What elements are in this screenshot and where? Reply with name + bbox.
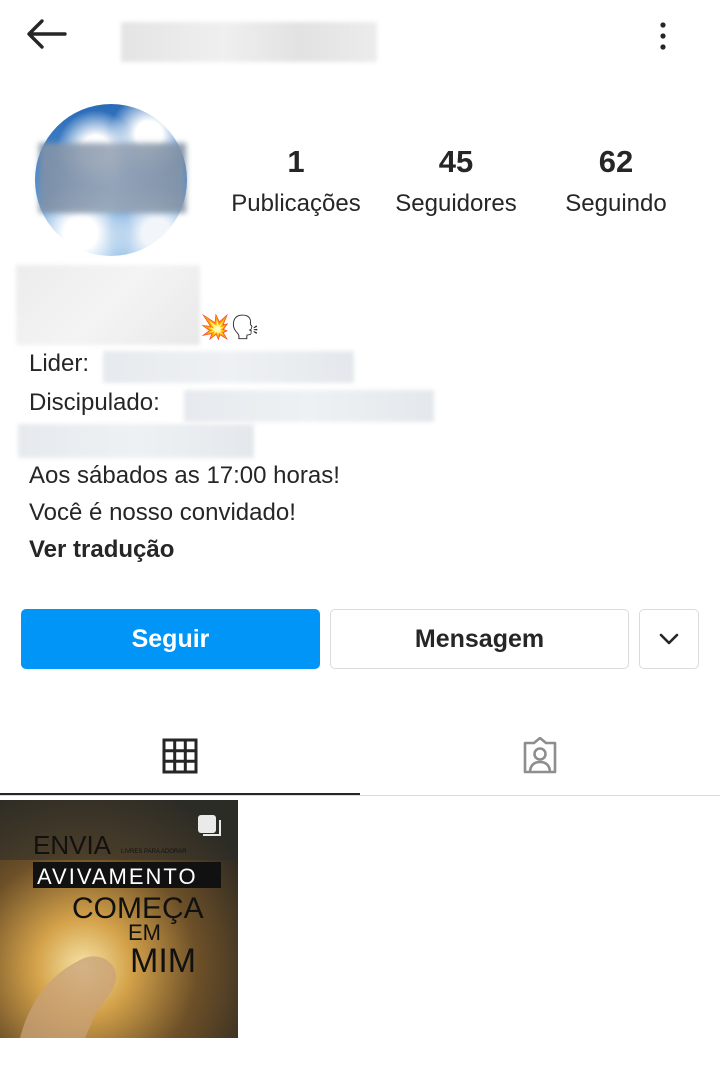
bio-line-schedule: Aos sábados as 17:00 horas! [29,462,340,489]
following-count: 62 [598,144,634,179]
posts-label: Publicações [231,190,361,217]
post-thumbnail[interactable]: ENVIA LIVRES PARA ADORAR AVIVAMENTO COME… [0,800,238,1038]
arrow-left-icon [27,19,67,49]
tab-tagged[interactable] [360,718,720,794]
bio-line-invite: Você é nosso convidado! [29,499,296,526]
following-label: Seguindo [565,190,667,217]
suggestions-dropdown-button[interactable] [639,609,699,669]
followers-count: 45 [438,144,474,179]
bio-leader-label: Lider: [29,350,90,377]
bio-line-redacted [18,424,254,458]
followers-label: Seguidores [395,190,517,217]
follow-button[interactable]: Seguir [21,609,320,669]
more-vertical-icon [660,22,666,50]
grid-icon [162,738,198,774]
discipled-redacted [184,390,434,422]
profile-name-redacted [16,265,200,345]
chevron-down-icon [659,633,679,645]
see-translation-link[interactable]: Ver tradução [29,532,174,568]
post-text-envia: ENVIA [33,830,112,860]
post-text-avivamento: AVIVAMENTO [37,864,198,889]
tab-posts-grid[interactable] [0,718,360,794]
back-button[interactable] [22,14,70,54]
stat-followers[interactable]: 45 Seguidores [381,140,531,224]
message-button[interactable]: Mensagem [330,609,629,669]
avatar-redaction [39,143,186,213]
tabs-divider [0,795,720,796]
username-redacted [121,22,377,62]
name-emoji: 💥🗣 [200,314,261,341]
more-options-button[interactable] [640,14,686,58]
leader-redacted [103,351,354,383]
post-text-small: LIVRES PARA ADORAR [121,849,187,855]
posts-count: 1 [287,144,305,179]
post-image: ENVIA LIVRES PARA ADORAR AVIVAMENTO COME… [0,800,238,1038]
tagged-person-icon [523,737,557,774]
bio-discipled-label: Discipulado: [29,389,160,416]
post-text-mim: MIM [130,942,196,980]
stat-posts[interactable]: 1 Publicações [221,140,371,224]
stat-following[interactable]: 62 Seguindo [541,140,691,224]
